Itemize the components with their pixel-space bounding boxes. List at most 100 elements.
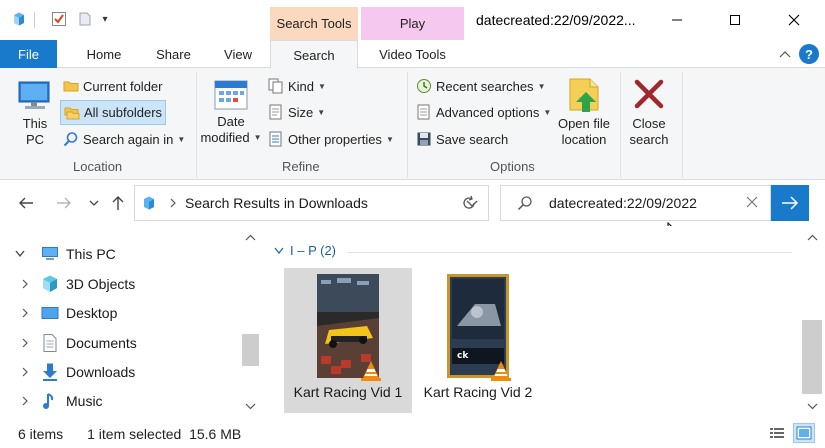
item-count: 6 items: [18, 425, 64, 442]
all-subfolders-button[interactable]: All subfolders: [60, 100, 166, 125]
tree-item-downloads[interactable]: Downloads: [0, 359, 240, 385]
chevron-down-icon: ▼: [537, 81, 546, 91]
tree-item-music[interactable]: Music: [0, 388, 240, 414]
chevron-right-icon[interactable]: [0, 308, 40, 318]
document-icon: [43, 334, 57, 352]
status-bar: 6 items 1 item selected 15.6 MB: [0, 419, 825, 448]
search-icon: [517, 196, 532, 211]
size-button[interactable]: Size ▼: [268, 101, 325, 123]
music-icon: [43, 393, 54, 409]
scroll-down-icon[interactable]: [800, 400, 825, 412]
properties-icon[interactable]: [50, 10, 68, 28]
close-search-label-line1: Close: [632, 116, 666, 131]
search-again-in-label: Search again in: [83, 131, 174, 147]
current-folder-label: Current folder: [83, 78, 163, 94]
large-icons-view-button[interactable]: [793, 423, 815, 443]
up-button[interactable]: [108, 193, 128, 213]
this-pc-button[interactable]: This PC: [12, 76, 58, 148]
current-folder-button[interactable]: Current folder: [63, 75, 162, 97]
scrolled-previous-group-fragment: [292, 226, 712, 230]
search-go-button[interactable]: [771, 185, 809, 221]
open-file-location-button[interactable]: Open file location: [553, 76, 615, 148]
selection-info: 1 item selected 15.6 MB: [87, 425, 242, 442]
large-icons-view-icon: [796, 426, 812, 440]
search-results-icon: [144, 196, 154, 210]
tab-file[interactable]: File: [0, 40, 57, 68]
close-icon: [746, 196, 758, 207]
close-search-label-line2: search: [629, 132, 669, 147]
tab-home[interactable]: Home: [73, 40, 135, 68]
tab-view[interactable]: View: [212, 40, 264, 68]
pc-icon: [18, 81, 50, 109]
nav-pane-scroll-thumb[interactable]: [242, 334, 259, 366]
tab-search[interactable]: Search: [270, 40, 358, 69]
chevron-down-icon: [89, 200, 99, 206]
nav-pane-scrollbar[interactable]: [241, 226, 260, 419]
subfolders-icon: [64, 107, 80, 119]
customize-quick-access-icon[interactable]: ▾: [96, 10, 114, 28]
group-header[interactable]: I – P (2): [274, 243, 336, 258]
search-again-in-button[interactable]: Search again in ▼: [63, 128, 185, 150]
ribbon-group-divider: [407, 72, 408, 178]
video-thumbnail: [317, 274, 381, 381]
chevron-down-icon: ▼: [317, 107, 326, 117]
advanced-options-label: Advanced options: [436, 104, 540, 120]
chevron-down-icon: ▼: [177, 134, 186, 144]
file-tile[interactable]: Kart Racing Vid 1: [284, 268, 412, 413]
tree-item-documents[interactable]: Documents: [0, 330, 240, 356]
scroll-down-icon[interactable]: [241, 400, 260, 412]
save-search-button[interactable]: Save search: [416, 128, 508, 150]
chevron-right-icon[interactable]: [0, 279, 40, 289]
tab-share[interactable]: Share: [146, 40, 201, 68]
recent-locations-button[interactable]: [84, 193, 104, 213]
help-button[interactable]: ?: [799, 44, 819, 64]
size-label: Size: [288, 104, 314, 120]
advanced-options-button[interactable]: Advanced options ▼: [416, 101, 551, 123]
clear-search-button[interactable]: [746, 196, 758, 211]
refresh-button[interactable]: [459, 193, 479, 213]
search-tools-context-label: Search Tools: [270, 7, 358, 40]
search-input[interactable]: datecreated:22/09/2022: [549, 195, 697, 211]
open-file-location-label-line2: location: [561, 132, 607, 147]
tab-video-tools[interactable]: Video Tools: [361, 40, 464, 68]
chevron-right-icon[interactable]: [0, 338, 40, 348]
address-bar[interactable]: Search Results in Downloads: [134, 185, 489, 221]
address-path[interactable]: Search Results in Downloads: [185, 195, 368, 211]
tree-item-3d-objects[interactable]: 3D Objects: [0, 271, 240, 297]
tree-label: Desktop: [66, 305, 118, 321]
recent-searches-button[interactable]: Recent searches ▼: [416, 75, 545, 97]
chevron-up-icon: [779, 51, 791, 58]
chevron-right-icon[interactable]: [0, 367, 40, 377]
file-list-scroll-thumb[interactable]: [802, 320, 822, 394]
scroll-up-icon[interactable]: [241, 232, 260, 244]
file-tile[interactable]: ck Kart Racing Vid 2: [414, 268, 542, 413]
close-search-button[interactable]: Close search: [624, 76, 674, 148]
tree-item-desktop[interactable]: Desktop: [0, 300, 240, 326]
minimize-button[interactable]: [648, 0, 706, 40]
date-modified-button[interactable]: Date modified ▼: [200, 76, 262, 146]
back-button[interactable]: [16, 193, 36, 213]
collapse-ribbon-button[interactable]: [777, 46, 793, 62]
tree-label: Downloads: [66, 364, 136, 380]
chevron-right-icon[interactable]: [0, 396, 40, 406]
chevron-down-icon[interactable]: [0, 250, 40, 258]
size-icon: [269, 104, 282, 120]
details-view-button[interactable]: [767, 424, 787, 442]
scroll-up-icon[interactable]: [800, 232, 825, 244]
chevron-down-icon: ▼: [253, 133, 262, 142]
search-box[interactable]: datecreated:22/09/2022: [500, 185, 771, 221]
advanced-options-icon: [417, 104, 430, 120]
new-folder-icon[interactable]: [76, 10, 94, 28]
explorer-app-icon[interactable]: [10, 10, 28, 28]
group-divider: [348, 252, 792, 253]
tree-item-this-pc[interactable]: This PC: [0, 241, 240, 267]
other-properties-button[interactable]: Other properties ▼: [268, 128, 394, 150]
this-pc-label-line2: PC: [25, 132, 45, 147]
kind-button[interactable]: Kind ▼: [268, 75, 326, 97]
maximize-button[interactable]: [706, 0, 764, 40]
close-window-button[interactable]: [765, 0, 823, 40]
close-icon: [788, 14, 800, 26]
file-list-scrollbar[interactable]: [800, 226, 825, 419]
vlc-cone-icon: [361, 361, 381, 381]
forward-button[interactable]: [54, 193, 74, 213]
